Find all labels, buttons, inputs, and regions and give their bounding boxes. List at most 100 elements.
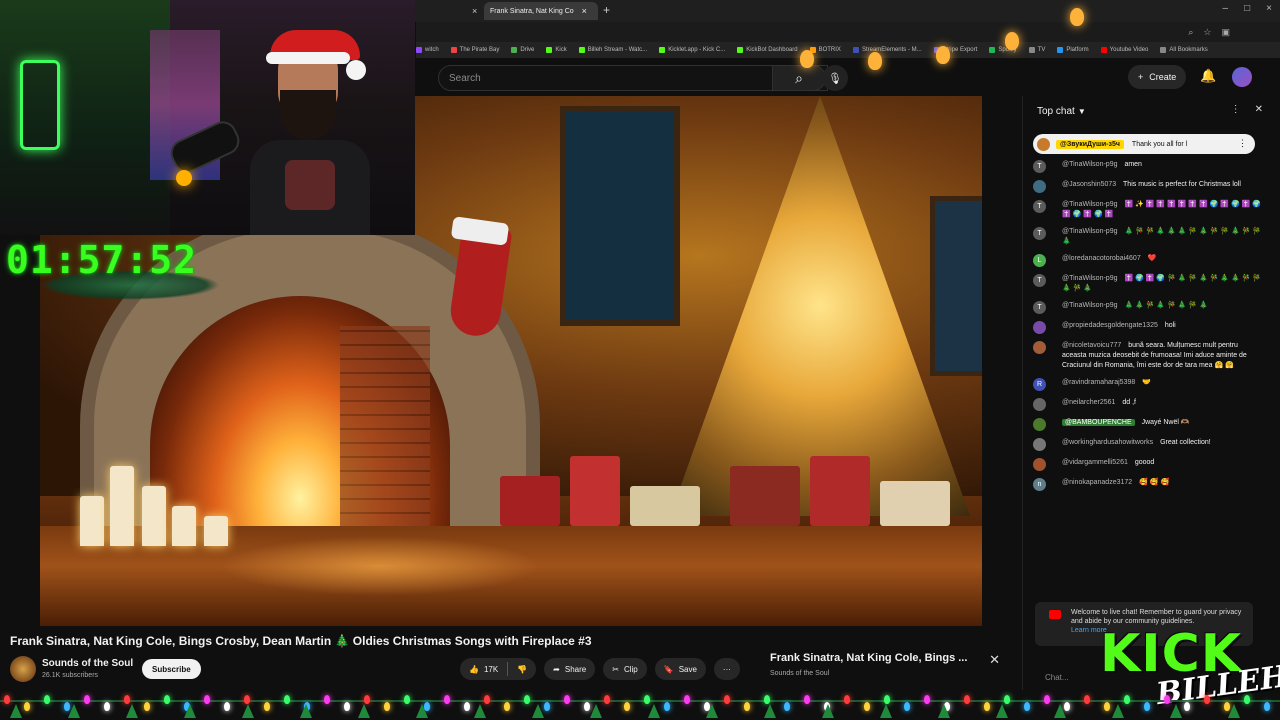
pinned-message[interactable]: @ЗвукиДуши-з5ч Thank you all for l ⋮: [1033, 134, 1255, 154]
chat-message[interactable]: T @TinaWilson-p9g ✝️ ✨ ✝️ ✝️ ✝️ ✝️ ✝️ ✝️ …: [1033, 200, 1263, 220]
chat-message[interactable]: @neilarcher2561 dd ,f: [1033, 398, 1263, 411]
save-button[interactable]: 🔖 Save: [654, 658, 706, 680]
new-tab-icon[interactable]: +: [603, 3, 610, 17]
pinned-menu-icon[interactable]: ⋮: [1238, 138, 1247, 149]
bookmark-item[interactable]: The Pirate Bay: [450, 47, 499, 53]
chat-message[interactable]: @workinghardusahowitworks Great collecti…: [1033, 438, 1263, 451]
chat-author[interactable]: @BAMBOUPENCHE: [1062, 419, 1135, 426]
light-bulb: [124, 695, 130, 704]
chat-author[interactable]: @TinaWilson-p9g: [1062, 201, 1117, 208]
light-bulb: [44, 695, 50, 704]
gift-box: [730, 466, 800, 526]
chat-message[interactable]: @BAMBOUPENCHE Jwayé Nwël 🫶🏽: [1033, 418, 1263, 431]
chat-author[interactable]: @Jasonshin5073: [1062, 181, 1116, 188]
bookmark-label: Kick: [555, 47, 567, 53]
chat-author[interactable]: @workinghardusahowitworks: [1062, 439, 1153, 446]
channel-name[interactable]: Sounds of the Soul: [42, 658, 133, 669]
chat-message-body: @BAMBOUPENCHE Jwayé Nwël 🫶🏽: [1062, 418, 1263, 428]
tree-ornament-icon: [1112, 704, 1124, 718]
chat-avatar[interactable]: [1033, 321, 1046, 334]
chat-message-body: @vidargammelli5261 goood: [1062, 458, 1263, 468]
chat-message[interactable]: @nicoletavoicu777 bună seara. Mulțumesc …: [1033, 341, 1263, 371]
chat-avatar[interactable]: R: [1033, 378, 1046, 391]
chat-avatar[interactable]: T: [1033, 200, 1046, 213]
close-icon[interactable]: ✕: [989, 652, 1000, 668]
tree-ornament-icon: [10, 704, 22, 718]
chat-input-placeholder: Chat...: [1045, 672, 1069, 682]
chat-avatar[interactable]: [1033, 398, 1046, 411]
bookmark-item[interactable]: witch: [416, 47, 439, 53]
light-bulb: [544, 702, 550, 711]
light-bulb: [444, 695, 450, 704]
streamer: [250, 30, 370, 235]
chat-author[interactable]: @propiedadesgoldengate1325: [1062, 322, 1158, 329]
light-bulb: [4, 695, 10, 704]
chat-author[interactable]: @neilarcher2561: [1062, 399, 1115, 406]
chat-message[interactable]: T @TinaWilson-p9g ✝️ 🌍 ✝️ 🌍 🎋 🎄 🎋 🎄 🎋 🎄 🎄…: [1033, 274, 1263, 294]
chat-avatar[interactable]: [1033, 438, 1046, 451]
chat-author[interactable]: @TinaWilson-p9g: [1062, 228, 1117, 235]
chat-message[interactable]: T @TinaWilson-p9g 🎄 🎋 🎋 🎄 🎄 🎄 🎋 🎄 🎋 🎋 🎄 🎋…: [1033, 227, 1263, 247]
chat-author[interactable]: @ravindramaharaj5398: [1062, 379, 1135, 386]
chat-avatar[interactable]: T: [1033, 227, 1046, 240]
chat-message[interactable]: @vidargammelli5261 goood: [1033, 458, 1263, 471]
bookmark-item[interactable]: Drive: [511, 47, 534, 53]
tree-ornament-icon: [1228, 704, 1240, 718]
tab-close-icon[interactable]: ×: [582, 6, 587, 16]
clip-button[interactable]: ✂ Clip: [603, 658, 647, 680]
light-bulb: [844, 695, 850, 704]
bookmark-item[interactable]: Kick: [546, 47, 567, 53]
chat-message[interactable]: T @TinaWilson-p9g 🎄 🎄 🎋 🎄 🎋 🎄 🎋 🎄: [1033, 301, 1263, 314]
chat-author[interactable]: @TinaWilson-p9g: [1062, 275, 1117, 282]
chat-avatar[interactable]: n: [1033, 478, 1046, 491]
chat-avatar[interactable]: T: [1033, 160, 1046, 173]
chat-message-body: @Jasonshin5073 This music is perfect for…: [1062, 180, 1263, 190]
chat-message[interactable]: n @ninokapanadze3172 🥰 🥰 🥰: [1033, 478, 1263, 491]
more-actions-button[interactable]: ···: [713, 658, 740, 680]
share-button[interactable]: ➦ Share: [544, 658, 596, 680]
tab-close-icon[interactable]: ×: [472, 6, 477, 16]
close-chat-icon[interactable]: ✕: [1255, 104, 1263, 115]
more-options-icon[interactable]: ⋮: [1231, 104, 1241, 115]
chat-text: 🤝: [1142, 379, 1151, 386]
subscribe-button[interactable]: Subscribe: [142, 659, 201, 679]
chat-author[interactable]: @TinaWilson-p9g: [1062, 302, 1117, 309]
chat-message-body: @nicoletavoicu777 bună seara. Mulțumesc …: [1062, 341, 1263, 371]
chat-avatar[interactable]: [1033, 341, 1046, 354]
browser-tab[interactable]: ×: [416, 2, 482, 20]
chat-author[interactable]: @vidargammelli5261: [1062, 459, 1128, 466]
chat-avatar[interactable]: T: [1033, 274, 1046, 287]
browser-tab-active[interactable]: Frank Sinatra, Nat King Co ×: [484, 2, 598, 20]
chat-avatar[interactable]: [1033, 180, 1046, 193]
chat-author[interactable]: @TinaWilson-p9g: [1062, 161, 1117, 168]
thumbs-down-icon[interactable]: 👎: [517, 665, 527, 674]
chat-header: Top chat ▼ ⋮ ✕: [1023, 96, 1273, 126]
chat-avatar[interactable]: T: [1033, 301, 1046, 314]
chat-message[interactable]: R @ravindramaharaj5398 🤝: [1033, 378, 1263, 391]
channel-avatar[interactable]: [10, 656, 36, 682]
chat-avatar[interactable]: [1033, 418, 1046, 431]
like-button[interactable]: 👍 17K 👎: [460, 658, 537, 680]
chat-message-list[interactable]: T @TinaWilson-p9g amen @Jasonshin5073 This…: [1033, 160, 1263, 590]
chat-mode-label[interactable]: Top chat: [1037, 106, 1075, 117]
light-bulb: [604, 695, 610, 704]
chat-message[interactable]: @propiedadesgoldengate1325 holi: [1033, 321, 1263, 334]
bookmark-favicon-icon: [659, 47, 666, 53]
tab-title: Frank Sinatra, Nat King Co: [490, 7, 574, 15]
chat-message[interactable]: L @loredanacotorobai4607 ❤️: [1033, 254, 1263, 267]
chat-avatar[interactable]: L: [1033, 254, 1046, 267]
bookmark-favicon-icon: [450, 47, 457, 53]
gift-box: [500, 476, 560, 526]
light-bulb: [868, 52, 882, 70]
chat-avatar[interactable]: [1033, 458, 1046, 471]
chevron-down-icon[interactable]: ▼: [1078, 107, 1086, 116]
share-label: Share: [564, 664, 587, 674]
chat-message[interactable]: T @TinaWilson-p9g amen: [1033, 160, 1263, 173]
bookmark-item[interactable]: Billeh Stream - Watc...: [578, 47, 647, 53]
light-bulb: [344, 702, 350, 711]
chat-author[interactable]: @loredanacotorobai4607: [1062, 255, 1141, 262]
chat-author[interactable]: @ninokapanadze3172: [1062, 479, 1132, 486]
light-bulb: [964, 695, 970, 704]
chat-message[interactable]: @Jasonshin5073 This music is perfect for…: [1033, 180, 1263, 193]
chat-author[interactable]: @nicoletavoicu777: [1062, 342, 1121, 349]
